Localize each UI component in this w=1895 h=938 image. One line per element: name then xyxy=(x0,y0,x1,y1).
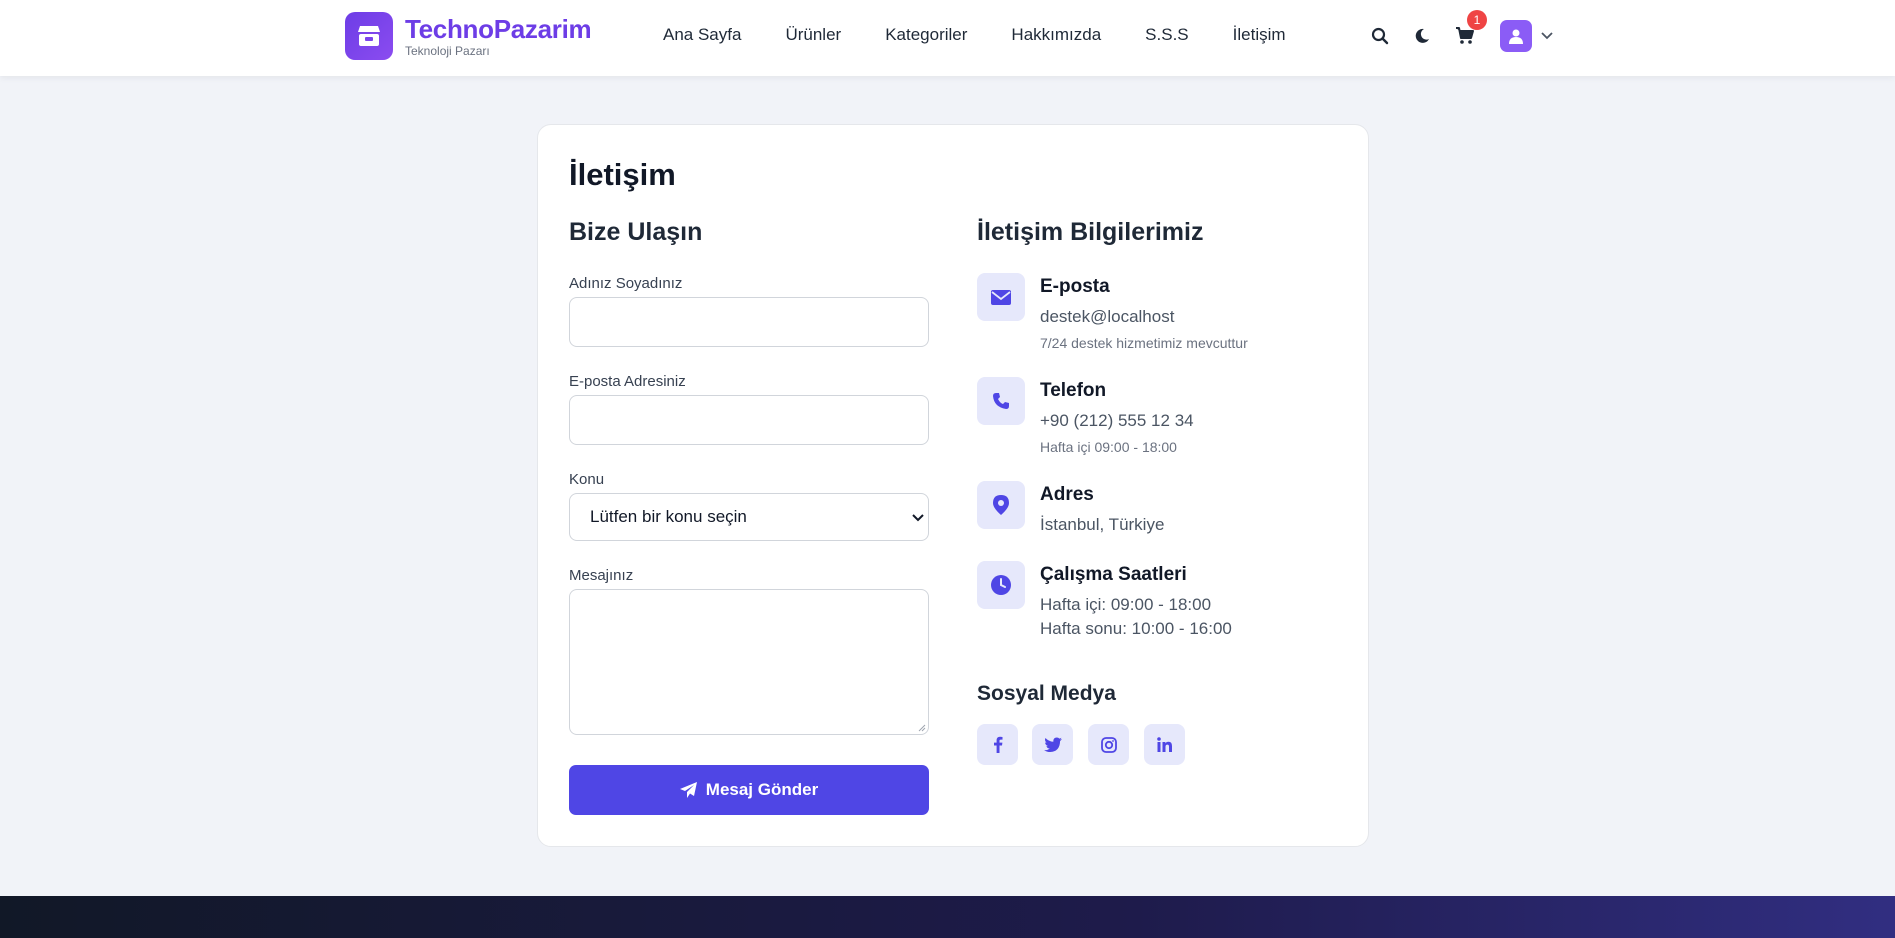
social-title: Sosyal Medya xyxy=(977,682,1116,705)
email-field[interactable] xyxy=(569,395,929,445)
nav-faq[interactable]: S.S.S xyxy=(1145,25,1188,45)
brand-tagline: Teknoloji Pazarı xyxy=(405,44,490,58)
name-field[interactable] xyxy=(569,297,929,347)
brand-name[interactable]: TechnoPazarim xyxy=(405,14,592,45)
linkedin-icon[interactable] xyxy=(1144,724,1185,765)
info-title: İletişim Bilgilerimiz xyxy=(977,218,1204,246)
phone-icon xyxy=(977,377,1025,425)
message-label: Mesajınız xyxy=(569,567,634,584)
resize-handle-icon[interactable] xyxy=(918,724,926,732)
nav-home[interactable]: Ana Sayfa xyxy=(663,25,741,45)
envelope-icon xyxy=(977,273,1025,321)
name-label: Adınız Soyadınız xyxy=(569,275,683,292)
subject-label: Konu xyxy=(569,471,605,488)
dark-mode-moon-icon[interactable] xyxy=(1410,24,1434,48)
email-label: E-posta Adresiniz xyxy=(569,373,686,390)
search-icon[interactable] xyxy=(1368,24,1392,48)
hours-info-title: Çalışma Saatleri xyxy=(1040,564,1187,585)
chevron-down-icon[interactable] xyxy=(1535,24,1559,48)
cart-count-badge: 1 xyxy=(1467,10,1487,30)
site-header: TechnoPazarim Teknoloji Pazarı Ana Sayfa… xyxy=(0,0,1895,76)
map-pin-icon xyxy=(977,481,1025,529)
hours-weekday: Hafta içi: 09:00 - 18:00 xyxy=(1040,595,1212,614)
address-info-title: Adres xyxy=(1040,484,1094,505)
instagram-icon[interactable] xyxy=(1088,724,1129,765)
nav-products[interactable]: Ürünler xyxy=(785,25,841,45)
site-footer xyxy=(0,896,1895,938)
send-message-label: Mesaj Gönder xyxy=(705,780,819,799)
nav-categories[interactable]: Kategoriler xyxy=(885,25,967,45)
phone-info-title: Telefon xyxy=(1040,380,1107,401)
user-avatar[interactable] xyxy=(1500,20,1532,52)
hours-weekend: Hafta sonu: 10:00 - 16:00 xyxy=(1040,619,1232,638)
phone-info-note: Hafta içi 09:00 - 18:00 xyxy=(1040,439,1177,455)
clock-icon xyxy=(977,561,1025,609)
select-chevron-icon xyxy=(912,507,924,527)
phone-info-value[interactable]: +90 (212) 555 12 34 xyxy=(1040,411,1194,431)
page-title: İletişim xyxy=(569,157,676,192)
twitter-icon[interactable] xyxy=(1032,724,1073,765)
store-logo-icon[interactable] xyxy=(345,12,393,60)
email-info-title: E-posta xyxy=(1040,276,1110,297)
nav-contact[interactable]: İletişim xyxy=(1233,25,1286,45)
email-info-note: 7/24 destek hizmetimiz mevcuttur xyxy=(1040,335,1248,351)
paper-plane-icon xyxy=(679,782,697,798)
main-nav: Ana Sayfa Ürünler Kategoriler Hakkımızda… xyxy=(663,25,1330,45)
subject-select[interactable]: Lütfen bir konu seçin xyxy=(569,493,929,541)
form-title: Bize Ulaşın xyxy=(569,218,703,246)
send-message-button[interactable]: Mesaj Gönder xyxy=(569,765,929,815)
message-textarea[interactable] xyxy=(569,589,929,735)
nav-about[interactable]: Hakkımızda xyxy=(1011,25,1101,45)
facebook-icon[interactable] xyxy=(977,724,1018,765)
subject-selected-value: Lütfen bir konu seçin xyxy=(590,507,747,526)
address-info-value: İstanbul, Türkiye xyxy=(1040,515,1165,534)
email-info-value[interactable]: destek@localhost xyxy=(1040,307,1174,327)
